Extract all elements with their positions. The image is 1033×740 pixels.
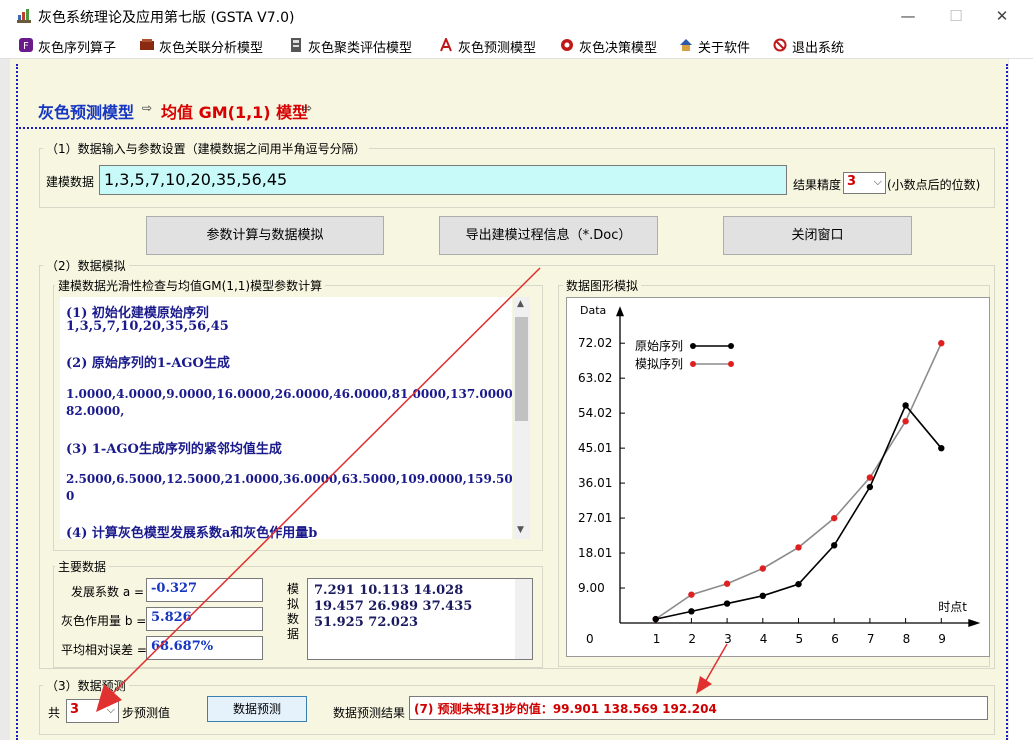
annotation-overlay: [96, 267, 728, 712]
annotation-arrow-head: [696, 676, 712, 694]
annotation-arrow-line: [107, 267, 541, 699]
annotation-arrow-line: [703, 643, 728, 685]
